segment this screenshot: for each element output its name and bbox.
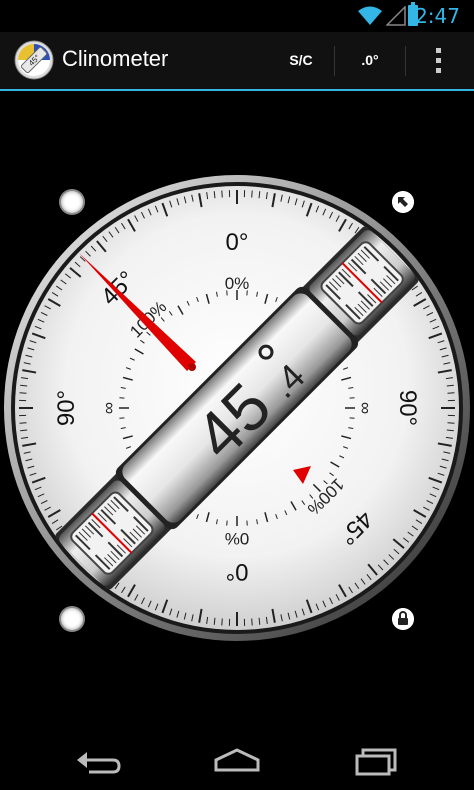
home-icon[interactable] — [212, 746, 262, 776]
overflow-menu-icon[interactable] — [424, 32, 454, 89]
status-bar: 2:47 — [0, 0, 474, 32]
label-right-infinity: ∞ — [356, 402, 375, 414]
app-icon[interactable]: 45° — [14, 40, 54, 80]
clinometer-dial: 0° 0° 90° 90° 45° 45° 0% 0% 100% 100% ∞ … — [4, 175, 470, 641]
action-separator — [405, 46, 406, 76]
needle-hub — [188, 363, 196, 371]
action-bar: 45° Clinometer S/C .0° — [0, 32, 474, 91]
label-top-degrees: 0° — [226, 229, 249, 256]
signal-icon — [386, 6, 406, 26]
label-left-degrees: 90° — [53, 390, 80, 426]
label-right-degrees: 90° — [394, 390, 421, 426]
navigation-bar — [0, 730, 474, 790]
lock-icon[interactable] — [392, 608, 414, 630]
hold-toggle-button[interactable] — [61, 191, 83, 213]
action-separator — [334, 46, 335, 76]
back-icon[interactable] — [73, 746, 123, 776]
label-top-percent: 0% — [225, 274, 250, 293]
calibrate-arrow-icon[interactable] — [392, 191, 414, 213]
recent-apps-icon[interactable] — [351, 746, 401, 776]
label-bottom-degrees: 0° — [226, 558, 249, 585]
label-bottom-percent: 0% — [225, 529, 250, 548]
label-left-infinity: ∞ — [99, 402, 118, 414]
mode-toggle-button[interactable] — [61, 608, 83, 630]
app-title: Clinometer — [62, 46, 169, 71]
decimal-precision-button[interactable]: .0° — [337, 32, 403, 89]
wifi-icon — [358, 6, 382, 25]
status-time: 2:47 — [415, 4, 460, 28]
sc-button[interactable]: S/C — [270, 32, 332, 89]
